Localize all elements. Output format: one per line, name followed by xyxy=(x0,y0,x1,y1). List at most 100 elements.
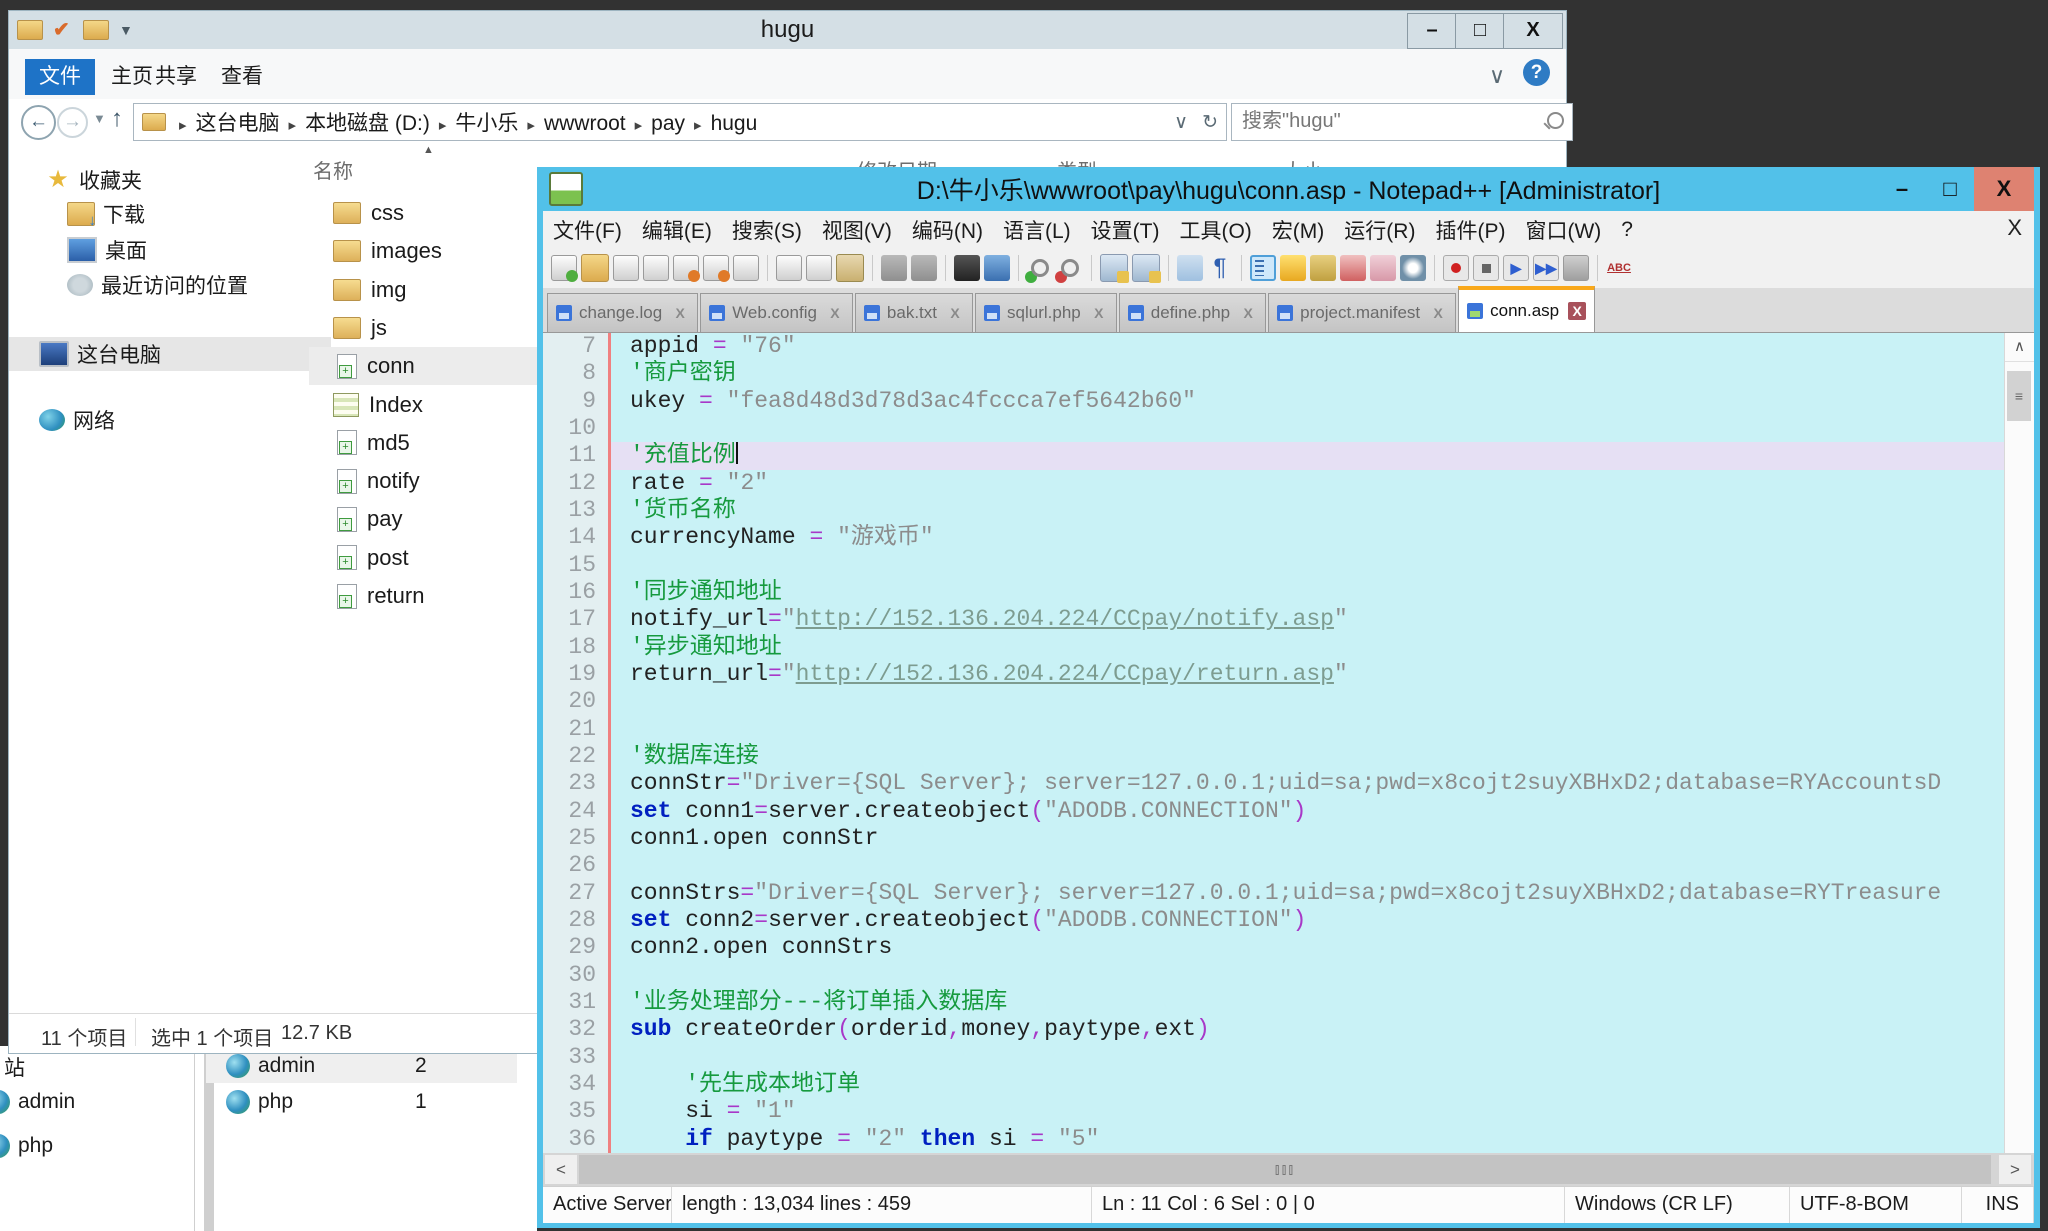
menu-item-语言(L)[interactable]: 语言(L) xyxy=(993,215,1081,245)
menu-item-运行(R)[interactable]: 运行(R) xyxy=(1334,215,1425,245)
line-number[interactable]: 24 xyxy=(543,798,608,825)
line-number[interactable]: 36 xyxy=(543,1126,608,1153)
up-button[interactable]: ↑ xyxy=(111,105,123,133)
code-line-16[interactable]: 16'同步通知地址 xyxy=(543,579,2004,606)
tab-close-icon[interactable]: X xyxy=(1568,302,1586,320)
sidebar-item-网络[interactable]: 网络 xyxy=(9,403,331,437)
file-row-Index[interactable]: Index xyxy=(309,386,423,424)
right-pane-row-admin[interactable]: admin2 xyxy=(206,1049,517,1083)
line-number[interactable]: 26 xyxy=(543,852,608,879)
line-number[interactable]: 11 xyxy=(543,442,608,469)
editor-tab-change.log[interactable]: change.logX xyxy=(547,293,698,332)
code-line-9[interactable]: 9ukey = "fea8d48d3d78d3ac4fccca7ef5642b6… xyxy=(543,388,2004,415)
line-number[interactable]: 25 xyxy=(543,825,608,852)
explorer-close-button[interactable]: X xyxy=(1503,13,1563,49)
tab-close-icon[interactable]: X xyxy=(671,304,689,322)
menu-item-设置(T)[interactable]: 设置(T) xyxy=(1081,215,1170,245)
sidebar-item-收藏夹[interactable]: ★收藏夹 xyxy=(9,163,337,197)
file-row-img[interactable]: img xyxy=(309,271,406,309)
undo-icon[interactable] xyxy=(881,255,907,281)
sync-v-icon[interactable] xyxy=(1100,254,1128,282)
line-number[interactable]: 13 xyxy=(543,497,608,524)
code-line-24[interactable]: 24set conn1=server.createobject("ADODB.C… xyxy=(543,798,2004,825)
code-line-13[interactable]: 13'货币名称 xyxy=(543,497,2004,524)
line-number[interactable]: 30 xyxy=(543,962,608,989)
menu-item-?[interactable]: ? xyxy=(1611,218,1643,242)
vertical-scrollbar-thumb[interactable]: ≡ xyxy=(2007,371,2031,421)
new-file-icon[interactable] xyxy=(551,255,577,281)
code-line-18[interactable]: 18'异步通知地址 xyxy=(543,634,2004,661)
horizontal-scrollbar-thumb[interactable]: ⫾⫾⫾ xyxy=(579,1155,1991,1184)
macro-multi-icon[interactable]: ▶▶ xyxy=(1533,255,1559,281)
line-number[interactable]: 19 xyxy=(543,661,608,688)
notepad-maximize-button[interactable]: □ xyxy=(1926,167,1974,211)
line-number[interactable]: 22 xyxy=(543,743,608,770)
ribbon-tab-共享[interactable]: 共享 xyxy=(141,59,211,95)
explorer-minimize-button[interactable]: – xyxy=(1407,13,1457,49)
code-line-20[interactable]: 20 xyxy=(543,688,2004,715)
run-macro-f-icon[interactable] xyxy=(1340,255,1366,281)
breadcrumb-segment[interactable]: 这台电脑 xyxy=(196,112,280,135)
explorer-maximize-button[interactable]: □ xyxy=(1455,13,1505,49)
code-line-14[interactable]: 14currencyName = "游戏币" xyxy=(543,524,2004,551)
editor-tab-project.manifest[interactable]: project.manifestX xyxy=(1268,293,1456,332)
notepad-minimize-button[interactable]: – xyxy=(1878,167,1926,211)
function-list-icon[interactable] xyxy=(1280,255,1306,281)
code-line-36[interactable]: 36 if paytype = "2" then si = "5" xyxy=(543,1126,2004,1153)
line-number[interactable]: 14 xyxy=(543,524,608,551)
menu-item-搜索(S)[interactable]: 搜索(S) xyxy=(722,215,812,245)
find-icon[interactable] xyxy=(954,255,980,281)
code-line-34[interactable]: 34 '先生成本地订单 xyxy=(543,1071,2004,1098)
breadcrumb[interactable]: ▸这台电脑▸本地磁盘 (D:)▸牛小乐▸wwwroot▸pay▸hugu ∨ ↻ xyxy=(133,103,1227,141)
file-row-return[interactable]: return xyxy=(309,577,424,615)
sidebar-item-下载[interactable]: 下载 xyxy=(9,197,359,231)
code-line-27[interactable]: 27connStrs="Driver={SQL Server}; server=… xyxy=(543,880,2004,907)
right-pane-row-php[interactable]: php1 xyxy=(206,1085,517,1119)
line-number[interactable]: 20 xyxy=(543,688,608,715)
code-line-31[interactable]: 31'业务处理部分---将订单插入数据库 xyxy=(543,989,2004,1016)
breadcrumb-segment[interactable]: hugu xyxy=(711,112,758,135)
file-row-notify[interactable]: notify xyxy=(309,462,420,500)
save-icon[interactable] xyxy=(613,255,639,281)
print-icon[interactable] xyxy=(733,255,759,281)
line-number[interactable]: 31 xyxy=(543,989,608,1016)
code-line-10[interactable]: 10 xyxy=(543,415,2004,442)
menu-item-编辑(E)[interactable]: 编辑(E) xyxy=(632,215,722,245)
code-line-26[interactable]: 26 xyxy=(543,852,2004,879)
code-line-25[interactable]: 25conn1.open connStr xyxy=(543,825,2004,852)
breadcrumb-segment[interactable]: 牛小乐 xyxy=(455,112,518,135)
macro-record-icon[interactable] xyxy=(1443,255,1469,281)
line-number[interactable]: 7 xyxy=(543,333,608,360)
show-symbols-icon[interactable]: ¶ xyxy=(1207,255,1233,281)
tab-close-icon[interactable]: X xyxy=(826,304,844,322)
macro-save-icon[interactable] xyxy=(1563,255,1589,281)
file-row-pay[interactable]: pay xyxy=(309,500,402,538)
code-line-15[interactable]: 15 xyxy=(543,552,2004,579)
menu-item-编码(N)[interactable]: 编码(N) xyxy=(902,215,993,245)
line-number[interactable]: 17 xyxy=(543,606,608,633)
editor-tab-conn.asp[interactable]: conn.aspX xyxy=(1458,286,1595,332)
ribbon-tab-查看[interactable]: 查看 xyxy=(207,59,277,95)
code-line-23[interactable]: 23connStr="Driver={SQL Server}; server=1… xyxy=(543,770,2004,797)
menu-item-窗口(W)[interactable]: 窗口(W) xyxy=(1515,215,1611,245)
help-icon[interactable]: ? xyxy=(1523,59,1550,86)
menubar-close-icon[interactable]: X xyxy=(2007,215,2022,241)
open-file-icon[interactable] xyxy=(581,254,609,282)
menu-item-视图(V)[interactable]: 视图(V) xyxy=(812,215,902,245)
code-line-21[interactable]: 21 xyxy=(543,716,2004,743)
scroll-up-icon[interactable]: ∧ xyxy=(2005,333,2034,362)
replace-icon[interactable] xyxy=(984,255,1010,281)
spell-abc-icon[interactable]: ABC xyxy=(1606,255,1632,281)
folder-workspace-icon[interactable] xyxy=(1310,255,1336,281)
view-eye-icon[interactable] xyxy=(1400,255,1426,281)
column-header-name[interactable]: 名称 xyxy=(313,155,353,184)
menu-item-插件(P)[interactable]: 插件(P) xyxy=(1425,215,1515,245)
refresh-icon[interactable]: ↻ xyxy=(1202,111,1218,134)
folder-pink-icon[interactable] xyxy=(1370,255,1396,281)
tab-close-icon[interactable]: X xyxy=(1429,304,1447,322)
line-number[interactable]: 27 xyxy=(543,880,608,907)
ribbon-tab-文件[interactable]: 文件 xyxy=(25,59,95,95)
editor-tab-sqlurl.php[interactable]: sqlurl.phpX xyxy=(975,293,1117,332)
vertical-scrollbar[interactable]: ∧ ≡ xyxy=(2004,333,2034,1153)
editor-tab-define.php[interactable]: define.phpX xyxy=(1119,293,1266,332)
